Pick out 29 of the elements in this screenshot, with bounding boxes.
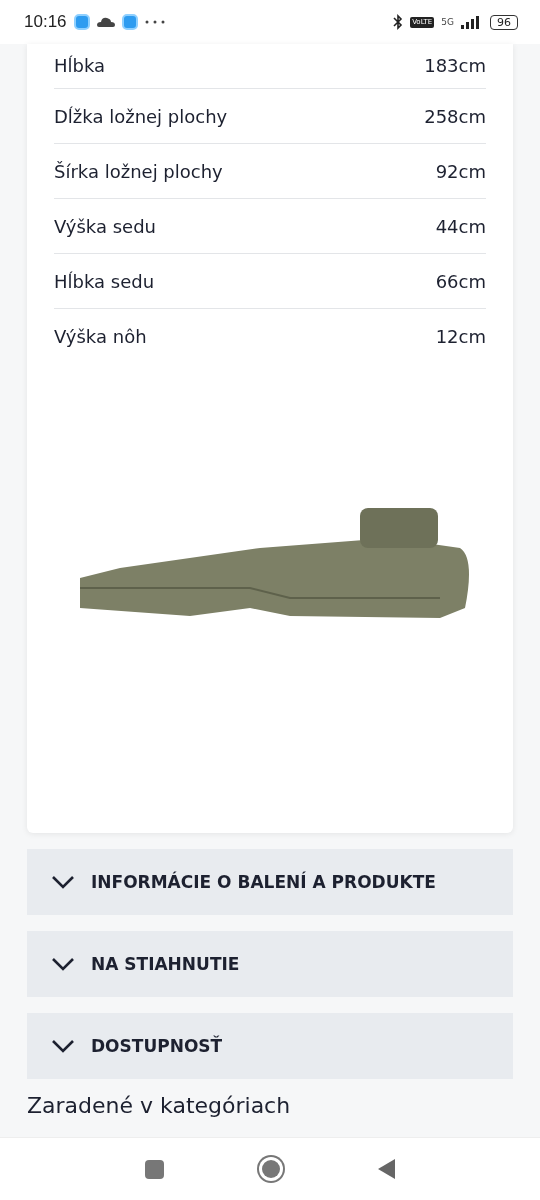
chevron-icon — [51, 1039, 75, 1053]
spec-label: Výška nôh — [54, 325, 147, 347]
status-time: 10:16 — [24, 12, 67, 32]
spec-value: 66cm — [435, 270, 486, 292]
spec-label: Hĺbka — [54, 55, 106, 76]
spec-value: 183cm — [424, 55, 486, 76]
app-notification-icon — [121, 14, 138, 30]
spec-value: 44cm — [435, 215, 486, 237]
recents-button[interactable] — [144, 1159, 164, 1179]
spec-value: 12cm — [435, 325, 486, 347]
spec-value: 258cm — [424, 105, 486, 127]
battery-indicator: 96 — [490, 14, 518, 30]
spec-label: Výška sedu — [54, 215, 156, 237]
accordion-header[interactable]: DOSTUPNOSŤ — [27, 1013, 513, 1079]
cloud-icon — [96, 17, 115, 27]
accordion-header[interactable]: INFORMÁCIE O BALENÍ A PRODUKTE — [27, 849, 513, 915]
app-notification-icon — [73, 14, 90, 30]
more-icon — [144, 20, 165, 24]
accordion-header[interactable]: NA STIAHNUTIE — [27, 931, 513, 997]
network-type: 5G — [441, 17, 454, 27]
spec-label: Hĺbka sedu — [54, 270, 155, 292]
back-button[interactable] — [377, 1159, 396, 1179]
chevron-icon — [51, 875, 75, 889]
section-heading: Zaradené v kategóriach — [27, 1093, 292, 1118]
spec-label: Dĺžka ložnej plochy — [54, 105, 228, 127]
bluetooth-icon — [393, 14, 404, 30]
spec-label: Šírka ložnej plochy — [54, 160, 223, 182]
spec-value: 92cm — [435, 160, 486, 182]
chevron-icon — [51, 957, 75, 971]
